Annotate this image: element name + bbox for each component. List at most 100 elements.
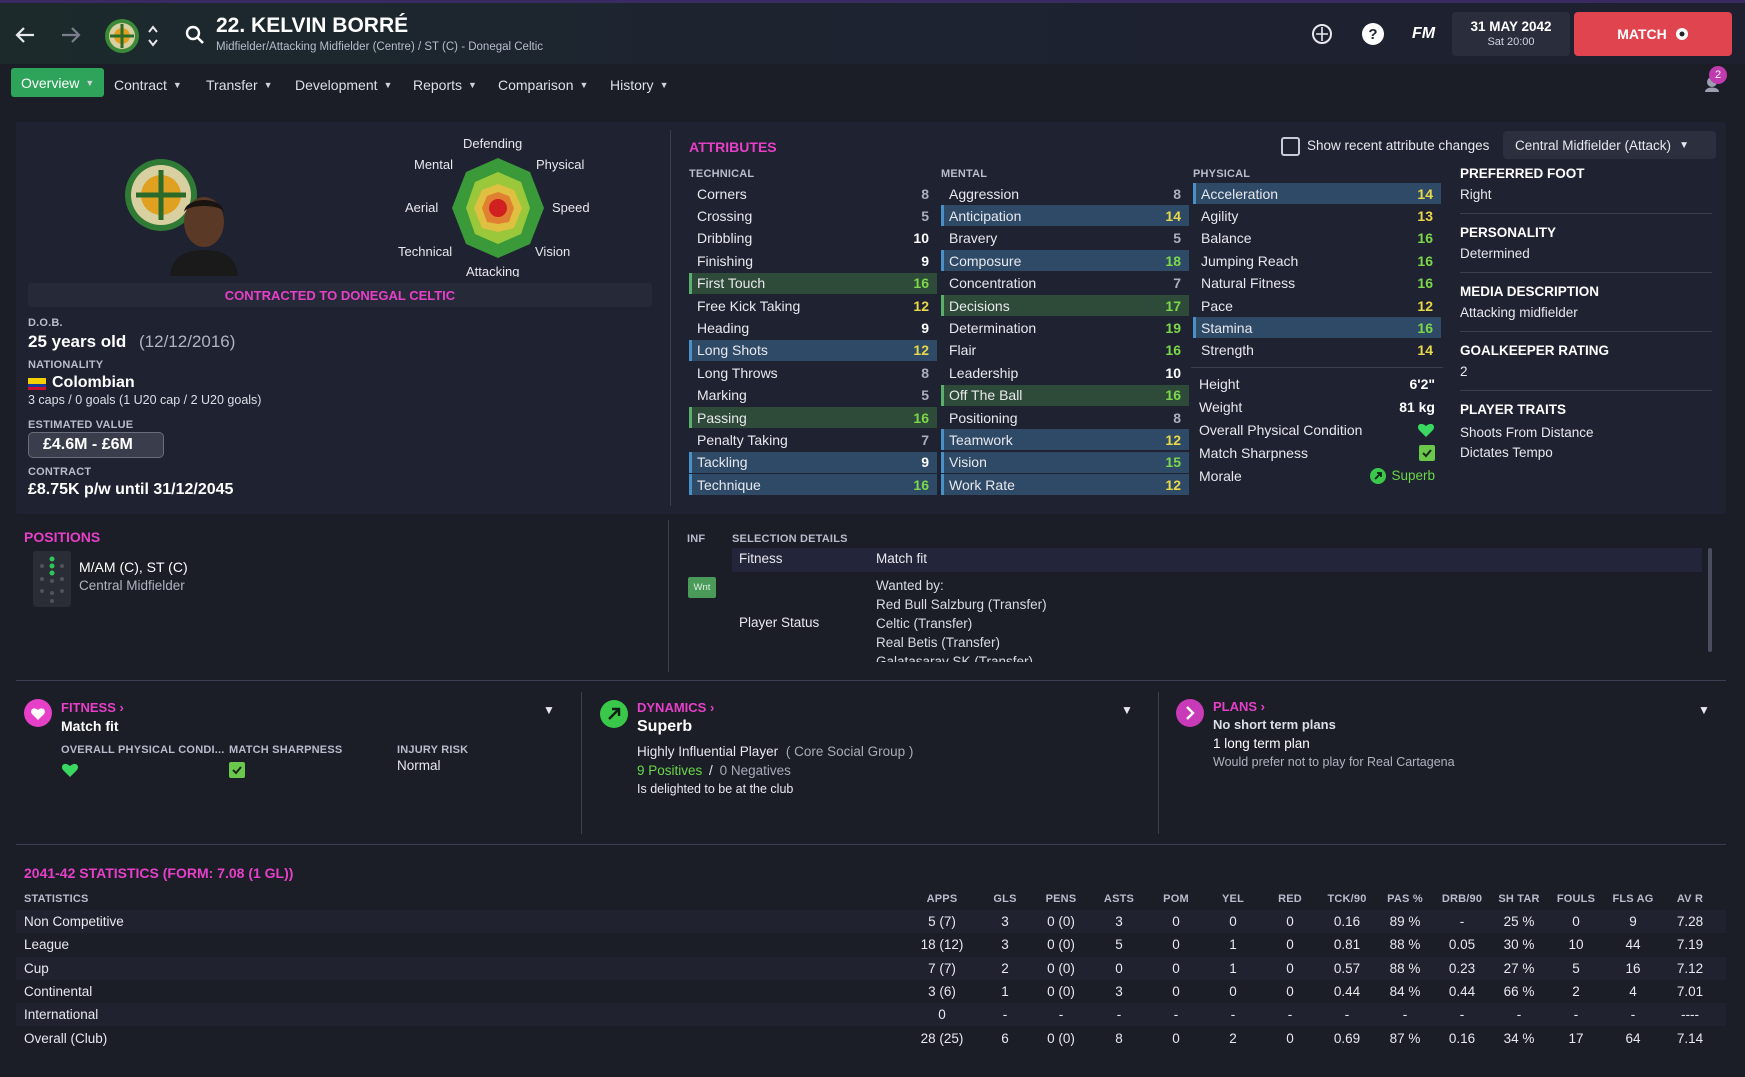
tab-history[interactable]: History ▼ [610, 71, 668, 98]
tab-transfer[interactable]: Transfer ▼ [206, 71, 273, 98]
attribute-row[interactable]: Heading 9 [689, 317, 937, 338]
dynamics-expand-icon[interactable]: ▼ [1121, 703, 1133, 717]
stats-row[interactable]: Cup 7 (7) 2 0 (0) 0 0 1 0 0.57 88 % 0.23 27 % 5 16 7.1… [16, 956, 1726, 980]
attribute-row[interactable]: Corners 8 [689, 183, 937, 204]
fitness-expand-icon[interactable]: ▼ [543, 703, 555, 717]
attribute-row[interactable]: Determination 19 [941, 317, 1189, 338]
wanted-badge[interactable]: Wnt [688, 577, 716, 598]
stats-cell: 0.44 [1448, 983, 1476, 999]
plans-expand-icon[interactable]: ▼ [1698, 703, 1710, 717]
network-icon[interactable] [1310, 22, 1334, 46]
attribute-row[interactable]: Anticipation 14 [941, 205, 1189, 227]
attribute-name: Teamwork [949, 431, 1013, 448]
stats-col-header[interactable]: POM [1146, 893, 1206, 905]
attribute-row[interactable]: Free Kick Taking 12 [689, 295, 937, 316]
attribute-row[interactable]: Dribbling 10 [689, 228, 937, 249]
stats-col-header[interactable]: PAS % [1375, 893, 1435, 905]
tab-contract[interactable]: Contract ▼ [114, 71, 182, 98]
stats-col-header[interactable]: PENS [1031, 893, 1091, 905]
stats-row[interactable]: International 0- - - - - - - - - - - - ---- [16, 1003, 1726, 1027]
help-icon[interactable]: ? [1361, 22, 1385, 46]
stats-row[interactable]: Non Competitive 5 (7) 3 0 (0) 3 0 0 0 0.16 89 % - 2… [16, 910, 1726, 933]
back-arrow-icon[interactable] [10, 20, 40, 50]
value-text: £4.6M - £6M [43, 436, 133, 453]
date-box[interactable]: 31 MAY 2042 Sat 20:00 [1452, 12, 1570, 56]
fm-menu-button[interactable]: FM [1412, 25, 1435, 43]
attribute-row[interactable]: Positioning 8 [941, 407, 1189, 428]
attribute-row[interactable]: Strength 14 [1193, 340, 1441, 361]
stats-col-header[interactable]: GLS [975, 893, 1035, 905]
attribute-row[interactable]: Pace 12 [1193, 295, 1441, 316]
tab-development[interactable]: Development ▼ [295, 71, 392, 98]
attribute-row[interactable]: Bravery 5 [941, 228, 1189, 249]
attribute-row[interactable]: Technique 16 [689, 474, 937, 496]
attribute-row[interactable]: Natural Fitness 16 [1193, 273, 1441, 294]
tab-overview[interactable]: Overview ▼ [11, 68, 105, 97]
gk-value: 2 [1460, 364, 1468, 379]
divider-vertical [581, 692, 582, 834]
attribute-value: 12 [913, 342, 929, 359]
stats-col-header[interactable]: ASTS [1089, 893, 1149, 905]
stats-col-header[interactable]: DRB/90 [1432, 893, 1492, 905]
attribute-row[interactable]: Flair 16 [941, 340, 1189, 361]
attribute-row[interactable]: Off The Ball 16 [941, 384, 1189, 406]
attribute-row[interactable]: Vision 15 [941, 451, 1189, 473]
stats-col-header[interactable]: RED [1260, 893, 1320, 905]
attribute-row[interactable]: Leadership 10 [941, 362, 1189, 383]
club-switch-icon[interactable] [146, 22, 160, 50]
role-dropdown[interactable]: Central Midfielder (Attack) ▼ [1503, 131, 1716, 159]
attribute-row[interactable]: Long Shots 12 [689, 339, 937, 361]
attribute-row[interactable]: Teamwork 12 [941, 429, 1189, 451]
attribute-row[interactable]: Balance 16 [1193, 228, 1441, 249]
stats-col-header[interactable]: YEL [1203, 893, 1263, 905]
club-badge-icon[interactable] [104, 18, 140, 54]
stats-row[interactable]: Continental 3 (6) 1 0 (0) 3 0 0 0 0.44 84 % 0.44 66… [16, 980, 1726, 1003]
fitness-title-link[interactable]: FITNESS › [61, 700, 124, 715]
attribute-row[interactable]: Composure 18 [941, 250, 1189, 272]
fitness-title: FITNESS [61, 700, 116, 715]
attribute-row[interactable]: Decisions 17 [941, 295, 1189, 316]
tab-reports[interactable]: Reports ▼ [413, 71, 477, 98]
stats-col-header[interactable]: FOULS [1546, 893, 1606, 905]
attribute-row[interactable]: Stamina 16 [1193, 317, 1441, 339]
svg-text:?: ? [1368, 26, 1377, 43]
attribute-row[interactable]: Crossing 5 [689, 205, 937, 226]
attribute-row[interactable]: Long Throws 8 [689, 362, 937, 383]
attribute-row[interactable]: Work Rate 12 [941, 474, 1189, 496]
stats-row[interactable]: League 18 (12) 3 0 (0) 5 0 1 0 0.81 88 % 0.05 30 % 1… [16, 933, 1726, 956]
stats-row[interactable]: Overall (Club) 28 (25) 6 0 (0) 8 0 2 0 0.69 87 % 0… [16, 1027, 1726, 1050]
value-pill[interactable]: £4.6M - £6M [28, 432, 164, 458]
stats-col-header[interactable]: SH TAR [1489, 893, 1549, 905]
attribute-row[interactable]: Agility 13 [1193, 205, 1441, 226]
attribute-row[interactable]: Aggression 8 [941, 183, 1189, 204]
stats-col-header[interactable]: FLS AG [1603, 893, 1663, 905]
attribute-value: 15 [1165, 454, 1181, 471]
stats-col-header[interactable]: AV R [1660, 893, 1720, 905]
attribute-row[interactable]: First Touch 16 [689, 272, 937, 294]
tab-comparison[interactable]: Comparison ▼ [498, 71, 588, 98]
match-button[interactable]: MATCH [1574, 12, 1732, 56]
stats-col-header[interactable]: APPS [912, 893, 972, 905]
stats-cell: 0.57 [1333, 960, 1361, 976]
attribute-row[interactable]: Jumping Reach 16 [1193, 250, 1441, 271]
attribute-row[interactable]: Finishing 9 [689, 250, 937, 271]
attribute-row[interactable]: Marking 5 [689, 385, 937, 406]
dynamics-status: Superb [637, 718, 693, 735]
stats-col-header[interactable]: TCK/90 [1317, 893, 1377, 905]
chevron-down-icon: ▼ [1679, 139, 1689, 151]
search-icon[interactable] [184, 24, 206, 46]
attribute-row[interactable]: Penalty Taking 7 [689, 429, 937, 450]
recent-changes-checkbox[interactable] [1281, 137, 1300, 156]
attribute-row[interactable]: Tackling 9 [689, 451, 937, 473]
selection-scrollbar[interactable] [1708, 548, 1712, 652]
dynamics-title-link[interactable]: DYNAMICS › [637, 700, 714, 715]
plans-title-link[interactable]: PLANS › [1213, 699, 1265, 714]
attribute-row[interactable]: Passing 16 [689, 407, 937, 428]
forward-arrow-icon[interactable] [56, 20, 86, 50]
sharpness-check-icon [1419, 444, 1435, 461]
attribute-row[interactable]: Acceleration 14 [1193, 183, 1441, 204]
recent-changes-label[interactable]: Show recent attribute changes [1307, 138, 1489, 153]
attribute-row[interactable]: Concentration 7 [941, 273, 1189, 294]
trait-item: Shoots From Distance [1460, 425, 1594, 440]
positions-primary: M/AM (C), ST (C) [79, 559, 188, 575]
